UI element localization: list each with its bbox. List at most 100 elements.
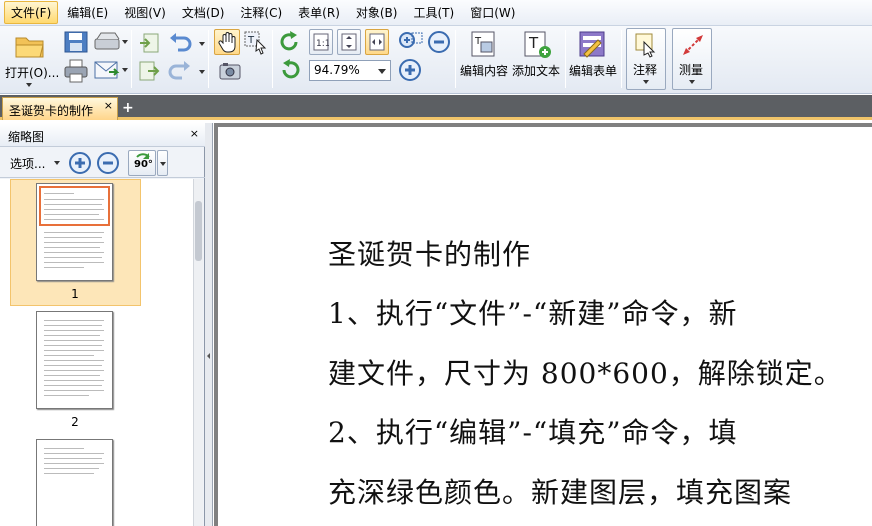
fit-width-button[interactable] bbox=[365, 29, 389, 55]
fit-page-button[interactable] bbox=[337, 29, 361, 55]
zoom-select[interactable]: 94.79% bbox=[309, 60, 391, 81]
thumbnail-list: 1 2 bbox=[0, 179, 193, 526]
thumbnails-panel: 缩略图 × 选项... 90° 1 2 bbox=[0, 123, 205, 526]
document-line: 建文件，尺寸为 800*600，解除锁定。 bbox=[328, 357, 843, 390]
menu-object[interactable]: 对象(B) bbox=[349, 1, 405, 24]
close-tab-icon[interactable]: × bbox=[104, 99, 113, 112]
chevron-down-icon bbox=[26, 83, 32, 87]
viewport-indicator[interactable] bbox=[39, 186, 110, 226]
separator bbox=[455, 30, 456, 88]
panel-toolbar: 选项... 90° bbox=[0, 148, 205, 178]
add-text-label: 添加文本 bbox=[512, 64, 561, 78]
chevron-down-icon[interactable] bbox=[54, 161, 60, 165]
zoom-in-icon[interactable] bbox=[398, 58, 422, 82]
rotate-counterclockwise-icon[interactable] bbox=[278, 58, 302, 82]
enlarge-thumbnails-icon[interactable] bbox=[68, 151, 92, 175]
measure-button[interactable]: 测量 bbox=[672, 28, 712, 90]
edit-content-icon: T bbox=[471, 31, 495, 57]
measure-icon bbox=[683, 35, 703, 55]
open-label: 打开(O)... bbox=[5, 66, 60, 80]
page-thumbnail-3[interactable] bbox=[36, 439, 113, 526]
rotate-options-button[interactable] bbox=[157, 150, 168, 176]
rotate-clockwise-icon[interactable] bbox=[278, 30, 302, 54]
fit-width-icon bbox=[369, 33, 385, 51]
annotate-label: 注释 bbox=[633, 63, 658, 77]
panel-header: 缩略图 × bbox=[0, 123, 205, 147]
chevron-down-icon[interactable] bbox=[122, 68, 128, 72]
import-icon[interactable] bbox=[138, 32, 160, 54]
menu-document[interactable]: 文档(D) bbox=[175, 1, 232, 24]
open-button[interactable]: 打开(O)... bbox=[4, 30, 59, 92]
chevron-down-icon[interactable] bbox=[199, 70, 205, 74]
edit-form-button[interactable]: 编辑表单 bbox=[568, 28, 620, 90]
edit-form-icon bbox=[579, 31, 605, 58]
export-icon[interactable] bbox=[138, 60, 160, 82]
document-view[interactable]: 圣诞贺卡的制作 1、执行“文件”-“新建”命令，新 建文件，尺寸为 800*60… bbox=[214, 123, 872, 526]
menu-form[interactable]: 表单(R) bbox=[291, 1, 347, 24]
close-panel-icon[interactable]: × bbox=[190, 127, 199, 140]
menu-tools[interactable]: 工具(T) bbox=[406, 1, 461, 24]
separator bbox=[208, 30, 209, 88]
options-dropdown[interactable]: 选项... bbox=[10, 155, 45, 172]
tab-document-title: 圣诞贺卡的制作 bbox=[9, 104, 94, 118]
separator bbox=[565, 30, 566, 88]
document-line: 1、执行“文件”-“新建”命令，新 bbox=[328, 297, 738, 330]
print-icon[interactable] bbox=[63, 58, 89, 84]
save-icon[interactable] bbox=[63, 30, 89, 54]
menu-edit[interactable]: 编辑(E) bbox=[60, 1, 115, 24]
measure-label: 测量 bbox=[679, 63, 704, 77]
scanner-icon[interactable] bbox=[93, 30, 123, 54]
reduce-thumbnails-icon[interactable] bbox=[96, 151, 120, 175]
actual-size-button[interactable]: 1:1 bbox=[309, 29, 333, 55]
menu-window[interactable]: 窗口(W) bbox=[463, 1, 522, 24]
chevron-down-icon[interactable] bbox=[199, 42, 205, 46]
fit-page-icon bbox=[341, 33, 357, 51]
separator bbox=[131, 30, 132, 88]
menu-comment[interactable]: 注释(C) bbox=[233, 1, 289, 24]
edit-content-label: 编辑内容 bbox=[460, 64, 509, 78]
toolbar: 打开(O)... T 1:1 94.79% T 编辑内容 T 添加文本 编辑表单… bbox=[0, 26, 872, 94]
thumbnail-number: 1 bbox=[71, 287, 79, 301]
chevron-down-icon bbox=[643, 80, 649, 84]
document-page: 圣诞贺卡的制作 1、执行“文件”-“新建”命令，新 建文件，尺寸为 800*60… bbox=[218, 127, 872, 526]
svg-text:T: T bbox=[247, 35, 255, 46]
document-heading: 圣诞贺卡的制作 bbox=[328, 238, 532, 271]
zoom-value: 94.79% bbox=[314, 63, 360, 77]
scrollbar-thumb[interactable] bbox=[195, 201, 202, 261]
page-thumbnail-1[interactable] bbox=[36, 183, 113, 281]
menu-view[interactable]: 视图(V) bbox=[117, 1, 173, 24]
hand-tool-button[interactable] bbox=[214, 29, 240, 55]
collapse-panel-icon[interactable] bbox=[207, 353, 210, 359]
zoom-out-icon[interactable] bbox=[427, 30, 451, 54]
panel-splitter[interactable] bbox=[205, 123, 213, 526]
actual-size-icon: 1:1 bbox=[313, 33, 329, 51]
menu-bar: 文件(F) 编辑(E) 视图(V) 文档(D) 注释(C) 表单(R) 对象(B… bbox=[0, 0, 872, 26]
svg-text:1:1: 1:1 bbox=[316, 39, 329, 49]
edit-content-button[interactable]: T 编辑内容 bbox=[458, 28, 510, 90]
email-icon[interactable] bbox=[93, 58, 121, 82]
thumbnail-number: 2 bbox=[71, 415, 79, 429]
page-thumbnail-2[interactable] bbox=[36, 311, 113, 409]
edit-form-label: 编辑表单 bbox=[569, 64, 618, 78]
select-text-icon[interactable]: T bbox=[243, 30, 269, 56]
redo-icon[interactable] bbox=[168, 60, 192, 82]
annotate-icon bbox=[635, 33, 656, 58]
chevron-down-icon[interactable] bbox=[122, 40, 128, 44]
tab-document[interactable]: 圣诞贺卡的制作 × bbox=[2, 97, 118, 120]
new-tab-button[interactable]: + bbox=[122, 100, 134, 116]
menu-file[interactable]: 文件(F) bbox=[4, 1, 59, 24]
svg-text:T: T bbox=[528, 34, 539, 52]
undo-icon[interactable] bbox=[168, 32, 192, 54]
rotate-label: 90° bbox=[134, 159, 153, 170]
zoom-marquee-icon[interactable] bbox=[398, 30, 424, 54]
annotate-button[interactable]: 注释 bbox=[626, 28, 666, 90]
add-text-button[interactable]: T 添加文本 bbox=[511, 28, 563, 90]
snapshot-icon[interactable] bbox=[218, 61, 242, 81]
separator bbox=[621, 30, 622, 88]
chevron-down-icon bbox=[160, 162, 166, 166]
rotate-page-button[interactable]: 90° bbox=[128, 150, 156, 176]
thumbnail-scrollbar[interactable] bbox=[193, 179, 203, 526]
document-line: 2、执行“编辑”-“填充”命令，填 bbox=[328, 416, 738, 449]
separator bbox=[272, 30, 273, 88]
document-tab-strip: 圣诞贺卡的制作 × + bbox=[0, 95, 872, 120]
